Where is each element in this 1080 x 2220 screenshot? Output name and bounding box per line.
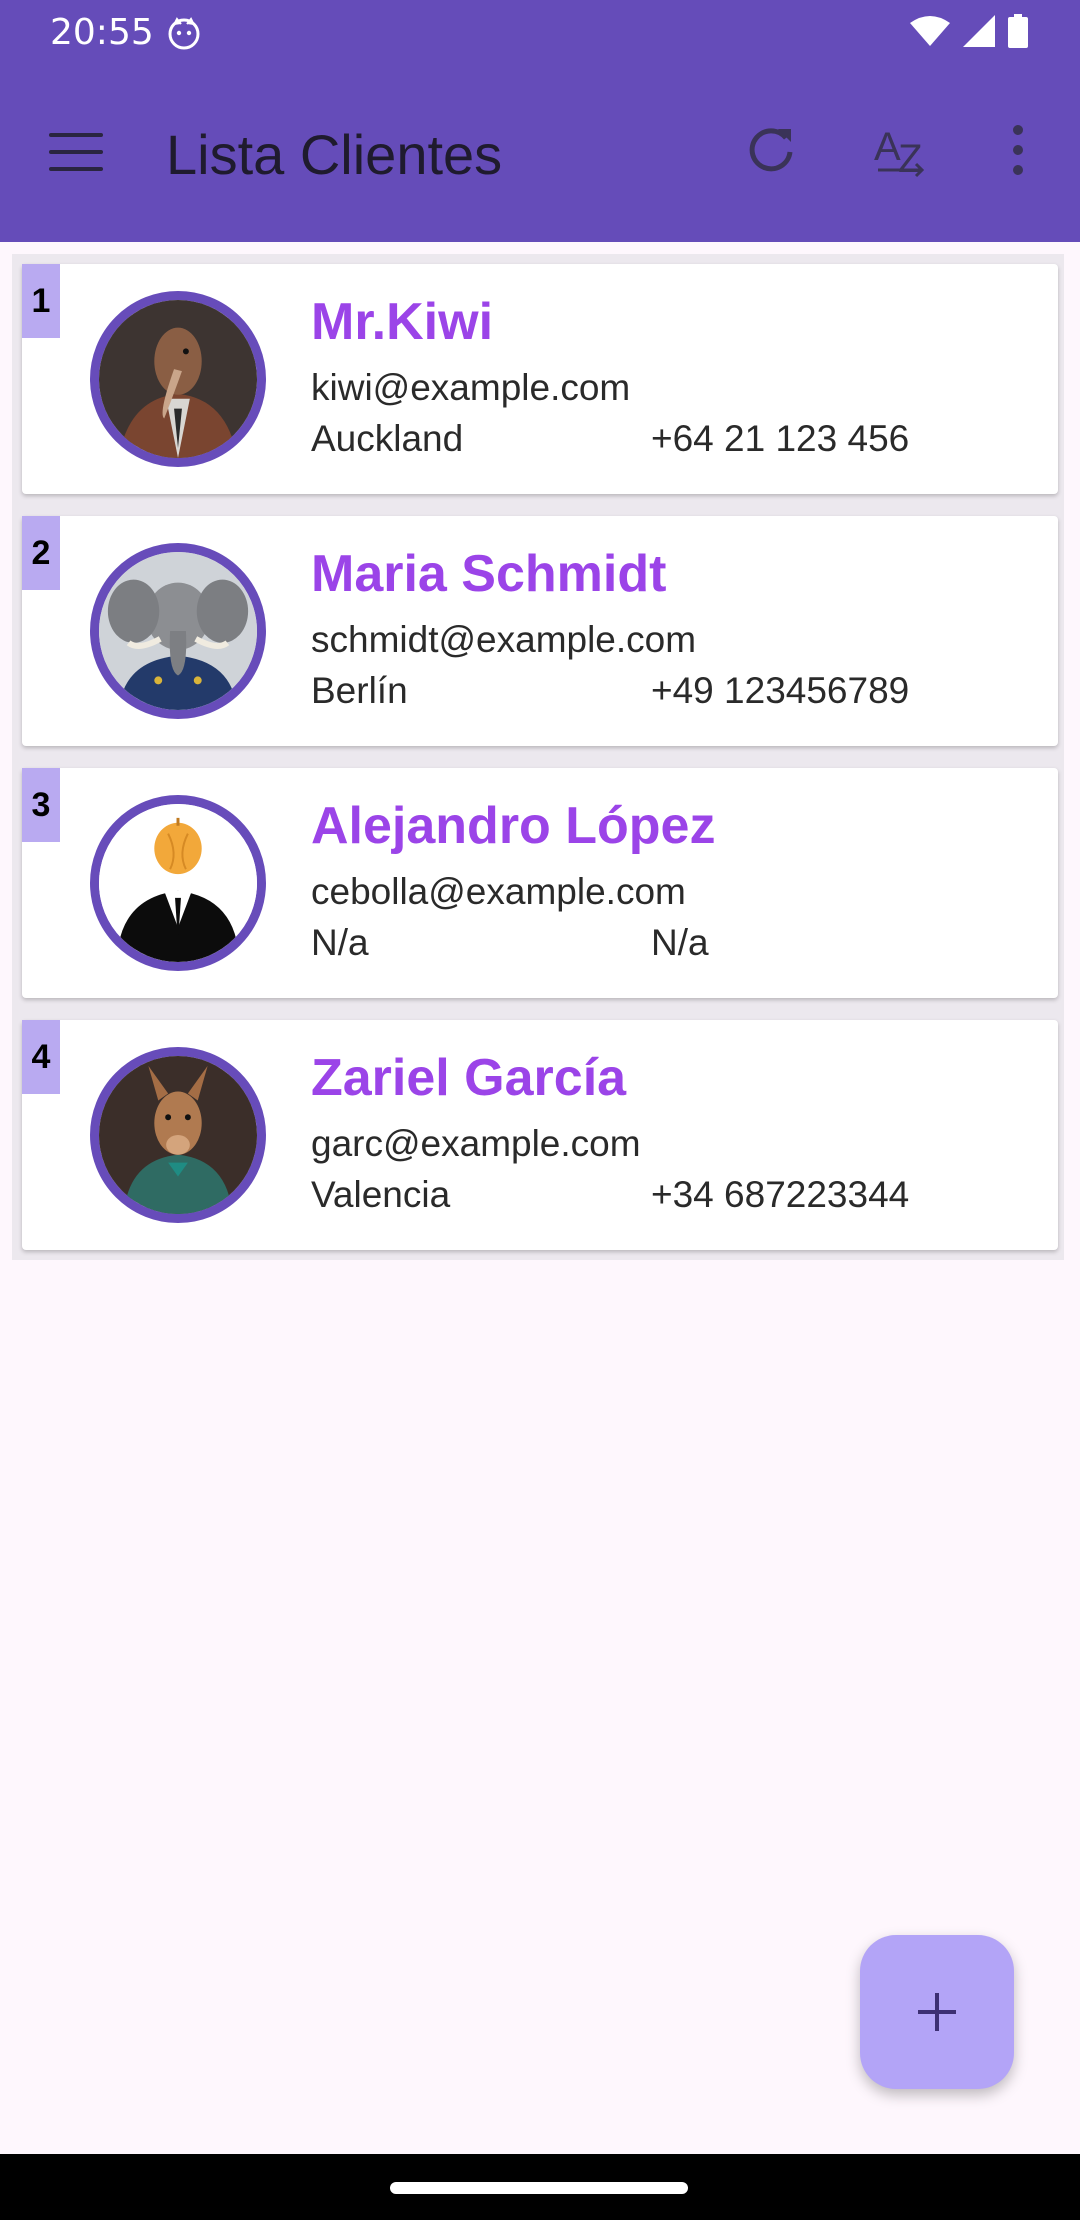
client-email: garc@example.com [311, 1123, 641, 1164]
client-email: kiwi@example.com [311, 367, 631, 408]
client-card[interactable]: 2 Maria Schmidt schmidt@example.com Berl… [22, 516, 1058, 746]
client-name: Zariel García [311, 1049, 627, 1107]
app-bar: Lista Clientes A Z [0, 66, 1080, 242]
avatar [90, 291, 266, 467]
hamburger-menu-icon[interactable] [49, 133, 103, 173]
plus-icon [918, 1993, 956, 2031]
client-name: Mr.Kiwi [311, 293, 494, 351]
wifi-icon [910, 16, 950, 46]
elephant-portrait-icon [99, 552, 257, 710]
onion-portrait-icon [99, 804, 257, 962]
client-phone: +34 687223344 [651, 1174, 910, 1215]
kiwi-portrait-icon [99, 300, 257, 458]
battery-icon [1008, 14, 1028, 48]
more-vert-icon[interactable] [988, 120, 1048, 180]
cat-notification-icon [168, 17, 200, 50]
client-name: Maria Schmidt [311, 545, 667, 603]
index-badge: 3 [22, 768, 60, 842]
client-city: Berlín [311, 670, 408, 711]
svg-text:A: A [874, 125, 901, 169]
status-bar: 20:55 [0, 0, 1080, 66]
index-badge: 4 [22, 1020, 60, 1094]
avatar [90, 543, 266, 719]
system-nav-bar [0, 2154, 1080, 2220]
client-list: 1 Mr.Kiwi kiwi@example.com Auckland +64 … [12, 254, 1064, 1260]
index-badge: 2 [22, 516, 60, 590]
client-phone: +64 21 123 456 [651, 418, 910, 459]
client-city: N/a [311, 922, 369, 963]
client-city: Auckland [311, 418, 464, 459]
client-phone: +49 123456789 [651, 670, 910, 711]
client-city: Valencia [311, 1174, 451, 1215]
status-time: 20:55 [50, 12, 154, 53]
avatar [90, 1047, 266, 1223]
page-title: Lista Clientes [166, 123, 503, 186]
client-name: Alejandro López [311, 797, 716, 855]
signal-icon [963, 15, 995, 47]
home-gesture-handle[interactable] [390, 2182, 688, 2194]
client-card[interactable]: 1 Mr.Kiwi kiwi@example.com Auckland +64 … [22, 264, 1058, 494]
refresh-icon[interactable] [741, 120, 801, 180]
index-badge: 1 [22, 264, 60, 338]
client-card[interactable]: 4 Zariel García garc@example.com Valenci… [22, 1020, 1058, 1250]
client-phone: N/a [651, 922, 709, 963]
sort-az-icon[interactable]: A Z [872, 120, 932, 180]
avatar [90, 795, 266, 971]
client-card[interactable]: 3 Alejandro López cebolla@example.com N/… [22, 768, 1058, 998]
add-client-button[interactable] [860, 1935, 1014, 2089]
kangaroo-portrait-icon [99, 1056, 257, 1214]
client-email: schmidt@example.com [311, 619, 697, 660]
client-email: cebolla@example.com [311, 871, 686, 912]
